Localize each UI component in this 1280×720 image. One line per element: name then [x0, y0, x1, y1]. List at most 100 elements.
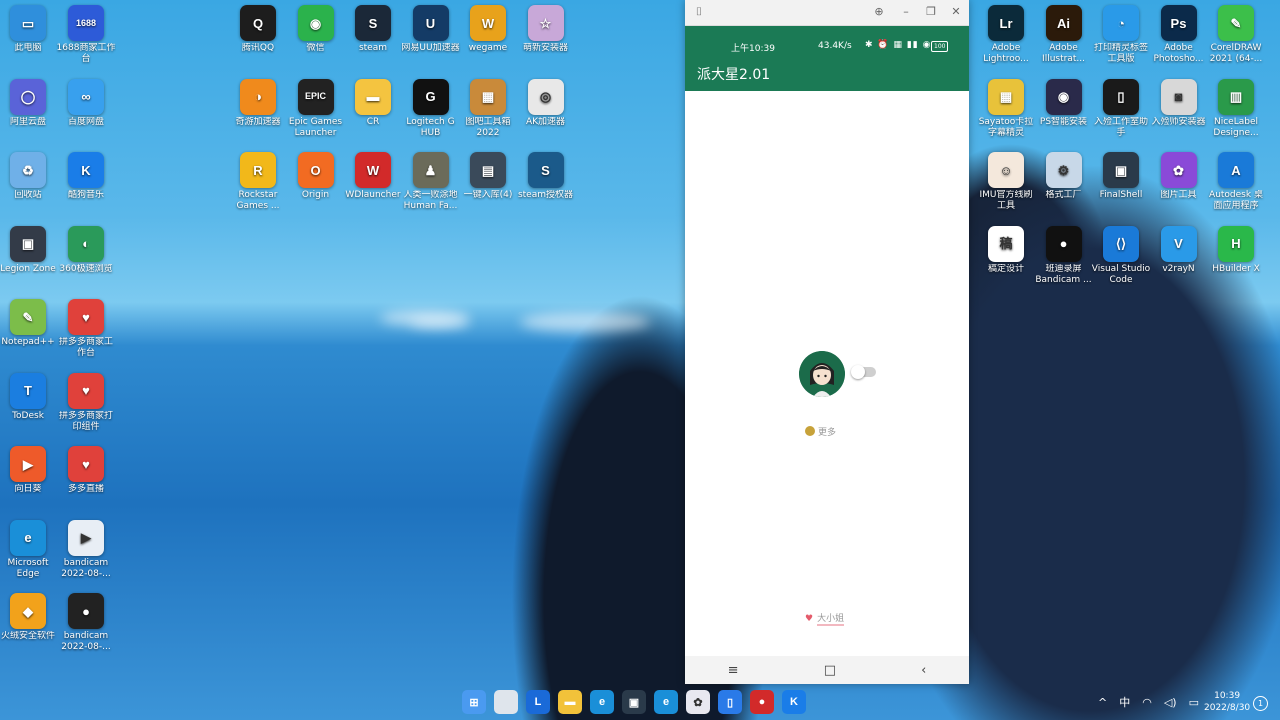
window-titlebar[interactable]: ⌷ ⊕ – ❐ ✕ — [685, 0, 969, 26]
taskbar-bandicam-icon[interactable]: ● — [750, 690, 774, 714]
desktop-shortcut[interactable]: ◑ 奇游加速器 — [228, 78, 288, 128]
desktop-shortcut[interactable]: 1688 1688商家工作台 — [56, 5, 116, 65]
taskbar-l-app-icon[interactable]: L — [526, 690, 550, 714]
desktop-shortcut[interactable]: Ai Adobe Illustrat... — [1034, 5, 1094, 65]
volume-icon[interactable]: ◁) — [1164, 696, 1177, 709]
desktop-shortcut[interactable]: ▣ FinalShell — [1091, 152, 1151, 201]
desktop-shortcut[interactable]: ✎ CorelDRAW 2021 (64-... — [1206, 5, 1266, 65]
shortcut-icon: ▬ — [355, 78, 391, 115]
close-icon[interactable]: ✕ — [948, 4, 964, 20]
avatar[interactable] — [799, 351, 845, 397]
desktop-shortcut[interactable]: U 网易UU加速器 — [401, 5, 461, 54]
shortcut-label: Visual Studio Code — [1091, 263, 1151, 285]
desktop-shortcut[interactable]: ▤ 一键入库(4) — [458, 152, 518, 201]
desktop-shortcut[interactable]: ◉ 微信 — [286, 5, 346, 54]
desktop-shortcut[interactable]: ♥ 拼多多商家工作台 — [56, 299, 116, 359]
shortcut-label: Epic Games Launcher — [288, 116, 343, 138]
minimize-icon[interactable]: – — [898, 4, 914, 20]
phone-mirror-window[interactable]: ⌷ ⊕ – ❐ ✕ 上午10:39 43.4K/s ✱ ⏰ ▦ ▮▮ ◉ 100… — [685, 0, 969, 684]
shortcut-icon: S — [355, 5, 391, 41]
desktop-shortcut[interactable]: ▬ CR — [343, 78, 403, 128]
desktop-shortcut[interactable]: ▶ 向日葵 — [0, 446, 58, 495]
desktop-shortcut[interactable]: ● 班迪录屏 Bandicam ... — [1034, 225, 1094, 286]
taskbar-edge-icon[interactable]: e — [590, 690, 614, 714]
desktop-shortcut[interactable]: ▶ bandicam 2022-08-... — [56, 519, 116, 580]
desktop-shortcut[interactable]: ◔ 打印精灵标签工具版 — [1091, 5, 1151, 65]
more-link[interactable]: 更多 — [805, 425, 836, 438]
back-nav-icon[interactable]: ‹ — [921, 663, 926, 678]
desktop-shortcut[interactable]: Ssteam授权器 — [516, 152, 576, 201]
shortcut-icon: ▶ — [10, 446, 46, 482]
desktop-shortcut[interactable]: ◙ 入殓师安装器 — [1149, 78, 1209, 128]
desktop-shortcut[interactable]: ◯ 阿里云盘 — [0, 78, 58, 128]
status-icons: ✱ ⏰ ▦ ▮▮ ◉ — [865, 40, 932, 50]
menu-nav-icon[interactable]: ≡ — [728, 663, 739, 678]
desktop-shortcut[interactable]: W WDlauncher — [343, 152, 403, 201]
desktop-shortcut[interactable]: EPIC Epic Games Launcher — [286, 78, 346, 139]
ime-indicator[interactable]: 中 — [1119, 694, 1130, 710]
shortcut-icon: R — [240, 152, 276, 188]
mode-toggle[interactable] — [851, 365, 876, 379]
maximize-icon[interactable]: ❐ — [923, 4, 939, 20]
tray-chevron-icon[interactable]: ^ — [1098, 696, 1107, 709]
taskbar-edge-2-icon[interactable]: e — [654, 690, 678, 714]
desktop-shortcut[interactable]: H HBuilder X — [1206, 225, 1266, 275]
shortcut-label: Autodesk 桌面应用程序 — [1209, 190, 1263, 211]
desktop-shortcut[interactable]: Vv2rayN — [1149, 225, 1209, 275]
shortcut-icon: ▣ — [10, 225, 46, 262]
desktop-shortcut[interactable]: G Logitech G HUB — [401, 78, 461, 139]
desktop-shortcut[interactable]: ✿ 图片工具 — [1149, 152, 1209, 201]
desktop-shortcut[interactable]: Lr Adobe Lightroo... — [976, 5, 1036, 65]
desktop-shortcut[interactable]: ♻ 回收站 — [0, 152, 58, 201]
pin-icon[interactable]: ⊕ — [871, 4, 887, 20]
taskbar-start-icon[interactable]: ⊞ — [462, 690, 486, 714]
desktop-shortcut[interactable]: Ps Adobe Photosho... — [1149, 5, 1209, 65]
desktop-shortcut[interactable]: O Origin — [286, 152, 346, 201]
desktop-shortcut[interactable]: ▦ Sayatoo卡拉字幕精灵 — [976, 78, 1036, 139]
taskbar-phone-mirror-icon[interactable]: ▯ — [718, 690, 742, 714]
shortcut-label: bandicam 2022-08-... — [61, 631, 111, 652]
desktop-shortcut[interactable]: ♥ 拼多多商家打印组件 — [56, 372, 116, 433]
taskbar-file-explorer-icon[interactable]: ▬ — [558, 690, 582, 714]
desktop-shortcut[interactable]: ⟨⟩ Visual Studio Code — [1091, 225, 1151, 286]
desktop-shortcut[interactable]: Wwegame — [458, 5, 518, 54]
wifi-icon[interactable]: ◠ — [1142, 696, 1152, 709]
taskbar-clock[interactable]: 10:39 2022/8/30 — [1204, 690, 1250, 714]
desktop-shortcut[interactable]: R Rockstar Games ... — [228, 152, 288, 212]
desktop-shortcut[interactable]: K 酷狗音乐 — [56, 152, 116, 201]
taskbar-colorful-app-icon[interactable]: ✿ — [686, 690, 710, 714]
desktop-shortcut[interactable]: ∞ 百度网盘 — [56, 78, 116, 128]
desktop-shortcut[interactable]: T ToDesk — [0, 372, 58, 422]
desktop-shortcut[interactable]: ☆ 萌新安装器 — [516, 5, 576, 54]
desktop-shortcut[interactable]: ◆ 火绒安全软件 — [0, 593, 58, 642]
shortcut-label: Logitech G HUB — [406, 116, 455, 138]
desktop-shortcut[interactable]: ◐ 360极速浏览 — [56, 225, 116, 275]
home-nav-icon[interactable]: □ — [824, 663, 836, 678]
desktop-shortcut[interactable]: ◎ AK加速器 — [516, 78, 576, 128]
taskbar-explorer-blank-icon[interactable] — [494, 690, 518, 714]
window-menu-icon[interactable]: ⌷ — [691, 4, 707, 20]
shortcut-label: 格式工厂 — [1045, 190, 1082, 200]
desktop-shortcut[interactable]: Q 腾讯QQ — [228, 5, 288, 54]
desktop-shortcut[interactable]: ▯ 入殓工作室助手 — [1091, 78, 1151, 139]
desktop-shortcut[interactable]: ◉ PS智能安装 — [1034, 78, 1094, 128]
desktop-shortcut[interactable]: ☺ IMU官方线刷工具 — [976, 152, 1036, 212]
desktop-shortcut[interactable]: A Autodesk 桌面应用程序 — [1206, 152, 1266, 212]
desktop-shortcut[interactable]: ♥ 多多直播 — [56, 446, 116, 495]
desktop-shortcut[interactable]: ♟ 人类一败涂地 Human Fa... — [401, 152, 461, 212]
desktop-shortcut[interactable]: 稿稿定设计 — [976, 225, 1036, 275]
desktop-shortcut[interactable]: Ssteam — [343, 5, 403, 54]
desktop-shortcut[interactable]: ● bandicam 2022-08-... — [56, 593, 116, 653]
desktop-shortcut[interactable]: e Microsoft Edge — [0, 519, 58, 580]
taskbar-legion-icon[interactable]: ▣ — [622, 690, 646, 714]
desktop-shortcut[interactable]: ✎ Notepad++ — [0, 299, 58, 348]
taskbar-kugou-icon[interactable]: K — [782, 690, 806, 714]
battery-tray-icon[interactable]: ▭ — [1189, 696, 1199, 709]
desktop-shortcut[interactable]: ▦ 图吧工具箱2022 — [458, 78, 518, 139]
desktop-shortcut[interactable]: ⚙ 格式工厂 — [1034, 152, 1094, 201]
desktop-shortcut[interactable]: ▭ 此电脑 — [0, 5, 58, 54]
desktop-shortcut[interactable]: ▣ Legion Zone — [0, 225, 58, 275]
notification-badge[interactable]: 1 — [1253, 696, 1268, 711]
shortcut-icon: Q — [240, 5, 276, 41]
desktop-shortcut[interactable]: ▥ NiceLabel Designe... — [1206, 78, 1266, 139]
